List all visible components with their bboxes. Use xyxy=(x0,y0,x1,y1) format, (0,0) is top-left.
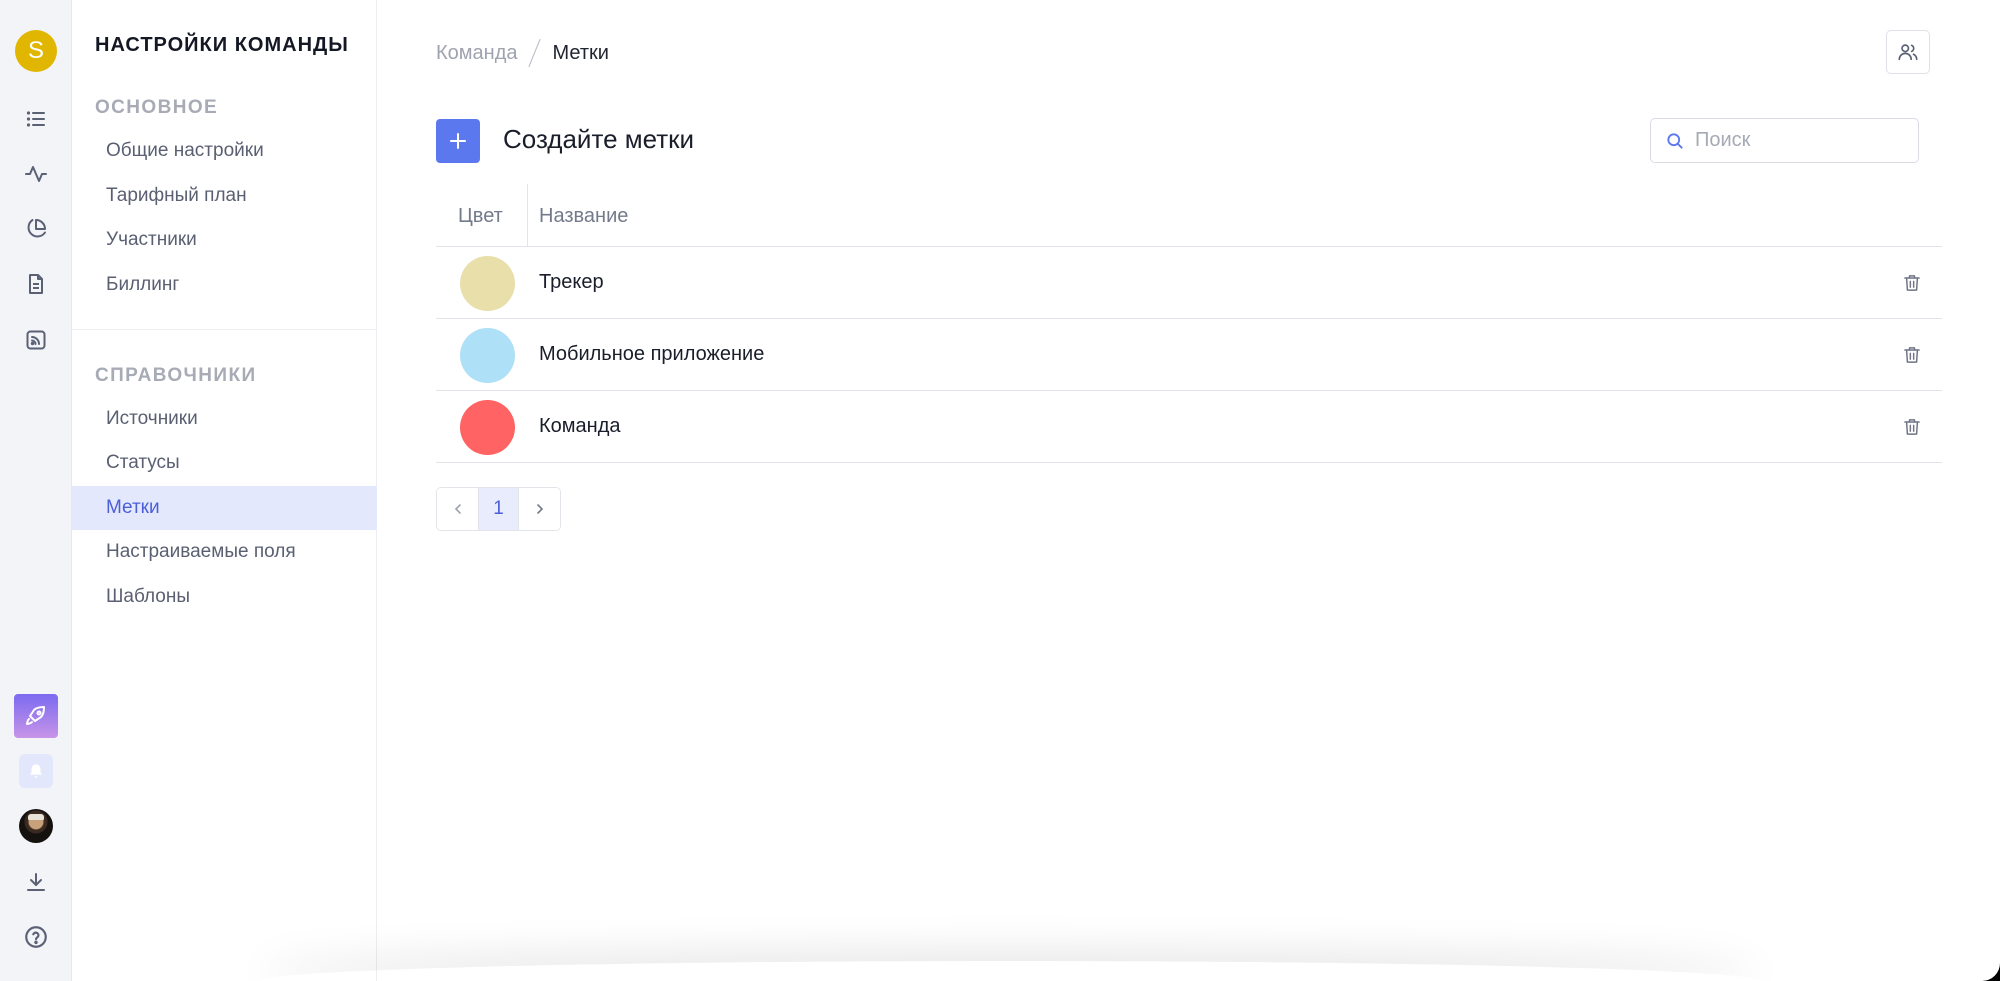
sidebar-divider xyxy=(72,329,377,330)
search-input[interactable] xyxy=(1695,129,1895,152)
sidebar-item-members[interactable]: Участники xyxy=(72,218,377,262)
sidebar-item-label: Настраиваемые поля xyxy=(106,541,296,562)
search-box[interactable] xyxy=(1650,118,1919,163)
table-header: Цвет Название xyxy=(436,184,1942,247)
sidebar-item-statuses[interactable]: Статусы xyxy=(72,441,377,485)
trash-icon xyxy=(1904,275,1920,291)
trash-icon xyxy=(1904,419,1920,435)
sidebar-item-sources[interactable]: Источники xyxy=(72,397,377,441)
page-title: Создайте метки xyxy=(503,124,695,154)
sidebar-item-label: Тарифный план xyxy=(106,185,247,206)
pie-chart-icon[interactable] xyxy=(14,207,58,251)
page-number-button[interactable]: 1 xyxy=(478,488,519,530)
tag-name[interactable]: Трекер xyxy=(539,271,604,294)
sidebar-item-billing[interactable]: Биллинг xyxy=(72,263,377,307)
chevron-left-icon xyxy=(454,504,461,514)
table-body: Трекер Мобильное приложение Команда xyxy=(436,247,1942,463)
sidebar-item-custom-fields[interactable]: Настраиваемые поля xyxy=(72,530,377,574)
sidebar-title: НАСТРОЙКИ КОМАНДЫ xyxy=(95,34,349,56)
sidebar-item-label: Участники xyxy=(106,229,197,250)
rss-icon[interactable] xyxy=(14,318,58,362)
activity-icon[interactable] xyxy=(14,152,58,196)
team-members-button[interactable] xyxy=(1886,30,1930,74)
add-tag-button[interactable] xyxy=(436,119,480,163)
color-swatch[interactable] xyxy=(460,400,515,455)
search-icon xyxy=(1667,132,1683,149)
trash-icon xyxy=(1904,347,1920,363)
icon-rail: S xyxy=(0,0,72,981)
breadcrumb-parent[interactable]: Команда xyxy=(436,42,517,65)
breadcrumb-current: Метки xyxy=(552,41,609,64)
table-row[interactable]: Команда xyxy=(436,391,1942,463)
sidebar-item-plan[interactable]: Тарифный план xyxy=(72,174,377,218)
chevron-right-icon xyxy=(536,504,543,514)
sidebar-item-general[interactable]: Общие настройки xyxy=(72,129,377,173)
delete-button[interactable] xyxy=(1901,344,1923,366)
bell-icon[interactable] xyxy=(19,754,53,788)
rocket-icon[interactable] xyxy=(14,694,58,738)
column-header-color[interactable]: Цвет xyxy=(458,205,503,228)
app-window: S НАСТРОЙКИ КОМАНДЫ ОСНОВНОЕ Общие настр… xyxy=(0,0,2000,981)
plus-icon xyxy=(450,133,466,149)
color-swatch[interactable] xyxy=(460,256,515,311)
breadcrumb-separator xyxy=(528,38,542,68)
sidebar-group-references: СПРАВОЧНИКИ xyxy=(95,365,257,386)
next-page-button[interactable] xyxy=(519,488,560,530)
sidebar-item-label: Общие настройки xyxy=(106,140,264,161)
sidebar-item-label: Метки xyxy=(106,497,160,518)
sidebar-item-tags[interactable]: Метки xyxy=(72,486,377,530)
delete-button[interactable] xyxy=(1901,272,1923,294)
download-icon[interactable] xyxy=(14,860,58,904)
sidebar-item-label: Статусы xyxy=(106,452,180,473)
team-icon xyxy=(1898,44,1918,61)
sidebar-group-main: ОСНОВНОЕ xyxy=(95,97,219,118)
workspace-avatar[interactable]: S xyxy=(15,30,57,72)
user-avatar[interactable] xyxy=(19,809,53,843)
column-divider xyxy=(527,184,528,246)
sidebar-item-label: Биллинг xyxy=(106,274,180,295)
settings-sidebar: НАСТРОЙКИ КОМАНДЫ ОСНОВНОЕ Общие настрой… xyxy=(72,0,377,981)
list-icon[interactable] xyxy=(14,97,58,141)
table-row[interactable]: Трекер xyxy=(436,247,1942,319)
column-header-name[interactable]: Название xyxy=(539,205,628,228)
delete-button[interactable] xyxy=(1901,416,1923,438)
prev-page-button[interactable] xyxy=(437,488,478,530)
sidebar-item-label: Шаблоны xyxy=(106,586,191,607)
main-content: Команда Метки Создайте метки Цвет Назван… xyxy=(377,0,2000,981)
tags-table: Цвет Название Трекер Мобильное приложение… xyxy=(436,184,1942,463)
table-row[interactable]: Мобильное приложение xyxy=(436,319,1942,391)
breadcrumb: Команда Метки xyxy=(436,38,609,68)
document-icon[interactable] xyxy=(14,262,58,306)
tag-name[interactable]: Команда xyxy=(539,415,620,438)
color-swatch[interactable] xyxy=(460,328,515,383)
sidebar-item-label: Источники xyxy=(106,408,198,429)
help-icon[interactable] xyxy=(14,915,58,959)
sidebar-item-templates[interactable]: Шаблоны xyxy=(72,575,377,619)
pagination: 1 xyxy=(436,487,561,531)
tag-name[interactable]: Мобильное приложение xyxy=(539,343,764,366)
